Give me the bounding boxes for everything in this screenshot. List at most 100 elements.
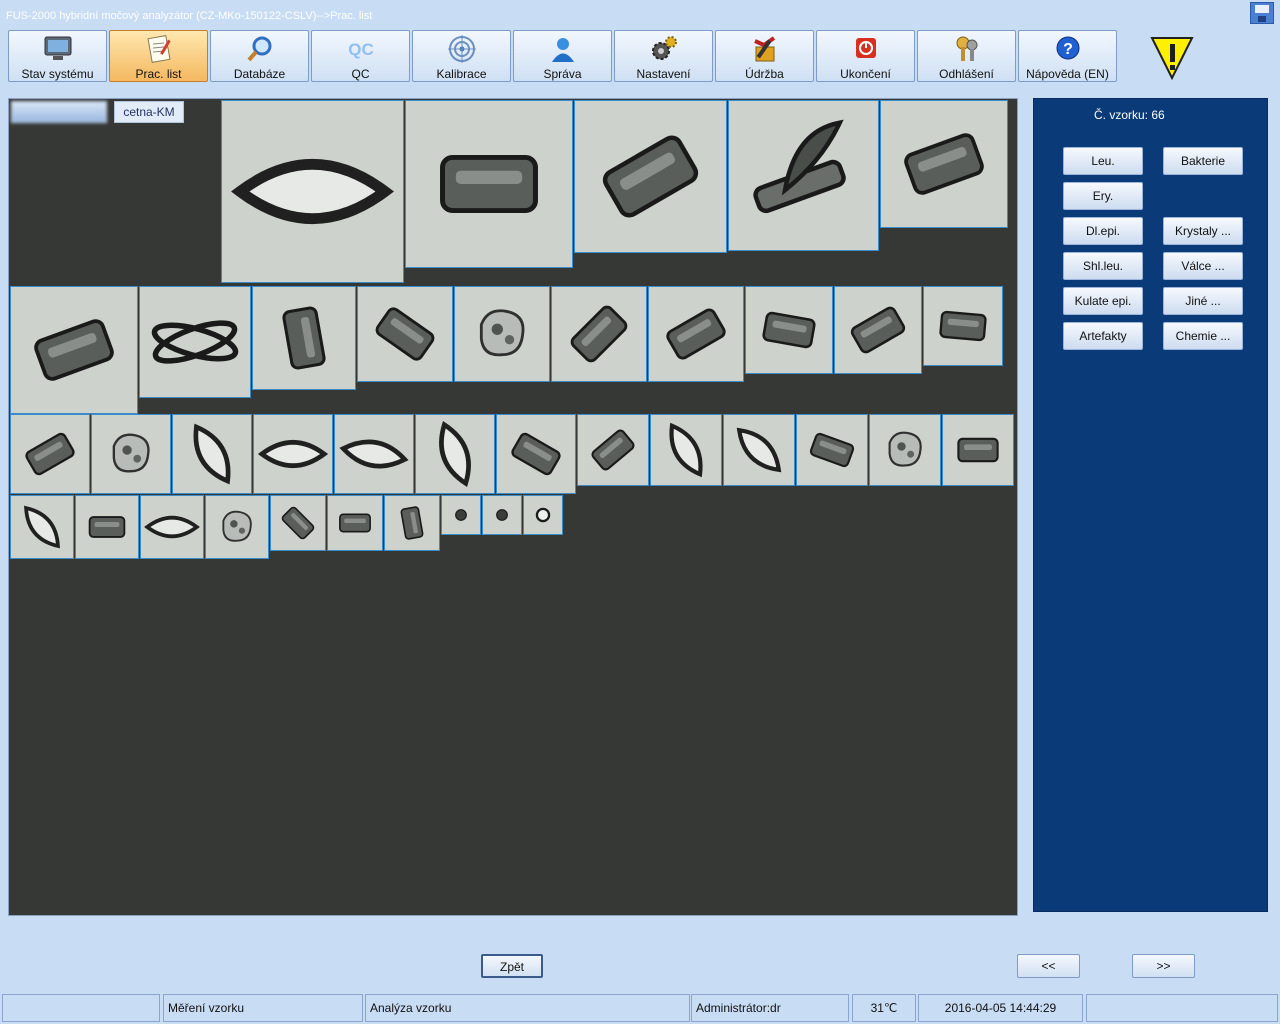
particle-thumbnail[interactable]	[869, 414, 941, 486]
particle-thumbnail[interactable]	[270, 495, 326, 551]
magnifier-icon	[247, 36, 272, 62]
particle-thumbnail[interactable]	[405, 100, 573, 268]
save-icon[interactable]	[1250, 2, 1274, 24]
tab-nastaveni[interactable]: Nastavení	[614, 30, 713, 82]
next-page-button[interactable]: >>	[1132, 954, 1195, 978]
power-icon	[856, 38, 876, 58]
particle-thumbnail[interactable]	[482, 495, 522, 535]
window-title: FUS-2000 hybridní močový analyzátor (CZ-…	[6, 10, 373, 22]
particle-thumbnail[interactable]	[205, 495, 269, 559]
particle-thumbnail[interactable]	[91, 414, 171, 494]
particle-thumbnail[interactable]	[880, 100, 1008, 228]
particle-thumbnail[interactable]	[384, 495, 440, 551]
tab-label: Stav systému	[21, 67, 94, 81]
particle-thumbnail[interactable]	[796, 414, 868, 486]
cetna-km-tag[interactable]: cetna-KM	[114, 101, 184, 123]
particle-thumbnail[interactable]	[140, 495, 204, 559]
tab-ukonceni[interactable]: Ukončení	[816, 30, 915, 82]
tab-kalibrace[interactable]: Kalibrace	[412, 30, 511, 82]
tab-label: Správa	[543, 67, 582, 81]
status-bar: Měření vzorku Analýza vzorku Administrát…	[0, 992, 1280, 1024]
monitor-icon	[44, 36, 72, 60]
particle-thumbnail[interactable]	[10, 286, 138, 414]
status-empty	[2, 994, 160, 1022]
image-panel: cetna-KM	[8, 98, 1018, 916]
particle-thumbnail[interactable]	[523, 495, 563, 535]
status-datetime: 2016-04-05 14:44:29	[918, 994, 1083, 1022]
category-ery-button[interactable]: Ery.	[1063, 182, 1143, 210]
tab-label: Databáze	[233, 67, 286, 81]
particle-thumbnail[interactable]	[650, 414, 722, 486]
particle-thumbnail[interactable]	[745, 286, 833, 374]
worklist-icon	[147, 35, 171, 63]
particle-thumbnail[interactable]	[253, 414, 333, 494]
category-kulate-epi-button[interactable]: Kulate epi.	[1063, 287, 1143, 315]
status-spare	[1086, 994, 1278, 1022]
tab-label: Údržba	[745, 67, 784, 81]
particle-thumbnail[interactable]	[942, 414, 1014, 486]
keys-icon	[956, 36, 978, 61]
particle-thumbnail[interactable]	[327, 495, 383, 551]
svg-text:QC: QC	[348, 40, 374, 59]
back-button[interactable]: Zpět	[481, 954, 543, 978]
particle-thumbnail[interactable]	[834, 286, 922, 374]
user-icon	[552, 38, 574, 62]
tab-label: Nastavení	[636, 67, 691, 81]
particle-thumbnail[interactable]	[454, 286, 550, 382]
particle-thumbnail[interactable]	[551, 286, 647, 382]
tab-label: Nápověda (EN)	[1026, 67, 1109, 81]
category-dl-epi-button[interactable]: Dl.epi.	[1063, 217, 1143, 245]
tab-sprava[interactable]: Správa	[513, 30, 612, 82]
prev-page-button[interactable]: <<	[1017, 954, 1080, 978]
tab-odhlaseni[interactable]: Odhlášení	[917, 30, 1016, 82]
tab-label: Odhlášení	[939, 67, 994, 81]
particle-thumbnail[interactable]	[10, 495, 74, 559]
particle-thumbnail[interactable]	[172, 414, 252, 494]
qc-icon: QC	[348, 40, 374, 59]
category-bakterie-button[interactable]: Bakterie	[1163, 147, 1243, 175]
particle-thumbnail[interactable]	[357, 286, 453, 382]
status-analyza: Analýza vzorku	[365, 994, 690, 1022]
particle-thumbnail[interactable]	[496, 414, 576, 494]
tab-napoveda[interactable]: ? Nápověda (EN)	[1018, 30, 1117, 82]
category-krystaly-button[interactable]: Krystaly ...	[1163, 217, 1243, 245]
particle-thumbnail[interactable]	[252, 286, 356, 390]
category-shl-leu-button[interactable]: Shl.leu.	[1063, 252, 1143, 280]
gears-icon	[652, 36, 677, 60]
tab-label: QC	[351, 67, 370, 81]
tab-label: Kalibrace	[436, 67, 487, 81]
particle-thumbnail[interactable]	[221, 100, 404, 283]
particle-thumbnail[interactable]	[10, 414, 90, 494]
tab-label: Ukončení	[840, 67, 891, 81]
particle-thumbnail[interactable]	[923, 286, 1003, 366]
particle-thumbnail[interactable]	[334, 414, 414, 494]
particle-thumbnail[interactable]	[648, 286, 744, 382]
blurred-tag[interactable]	[11, 101, 107, 123]
tab-qc[interactable]: QC QC	[311, 30, 410, 82]
particle-thumbnail[interactable]	[75, 495, 139, 559]
status-user: Administrátor:dr	[691, 994, 849, 1022]
sample-number: Č. vzorku: 66	[1094, 108, 1165, 122]
particle-thumbnail[interactable]	[574, 100, 727, 253]
category-chemie-button[interactable]: Chemie ...	[1163, 322, 1243, 350]
status-mereni: Měření vzorku	[163, 994, 363, 1022]
category-artefakty-button[interactable]: Artefakty	[1063, 322, 1143, 350]
tab-label: Prac. list	[135, 67, 182, 81]
particle-thumbnail[interactable]	[577, 414, 649, 486]
tab-prac-list[interactable]: Prac. list	[109, 30, 208, 82]
particle-thumbnail[interactable]	[441, 495, 481, 535]
classification-panel: Č. vzorku: 66 Leu. Bakterie Ery. Dl.epi.…	[1033, 98, 1268, 912]
category-jine-button[interactable]: Jiné ...	[1163, 287, 1243, 315]
tab-databaze[interactable]: Databáze	[210, 30, 309, 82]
particle-thumbnail[interactable]	[728, 100, 879, 251]
particle-thumbnail[interactable]	[415, 414, 495, 494]
tab-udrzba[interactable]: Údržba	[715, 30, 814, 82]
status-temperature: 31℃	[852, 994, 916, 1022]
particle-thumbnail[interactable]	[723, 414, 795, 486]
target-icon	[448, 35, 476, 63]
category-leu-button[interactable]: Leu.	[1063, 147, 1143, 175]
tab-stav-systemu[interactable]: Stav systému	[8, 30, 107, 82]
warning-icon[interactable]	[1150, 34, 1194, 80]
category-valce-button[interactable]: Válce ...	[1163, 252, 1243, 280]
particle-thumbnail[interactable]	[139, 286, 251, 398]
